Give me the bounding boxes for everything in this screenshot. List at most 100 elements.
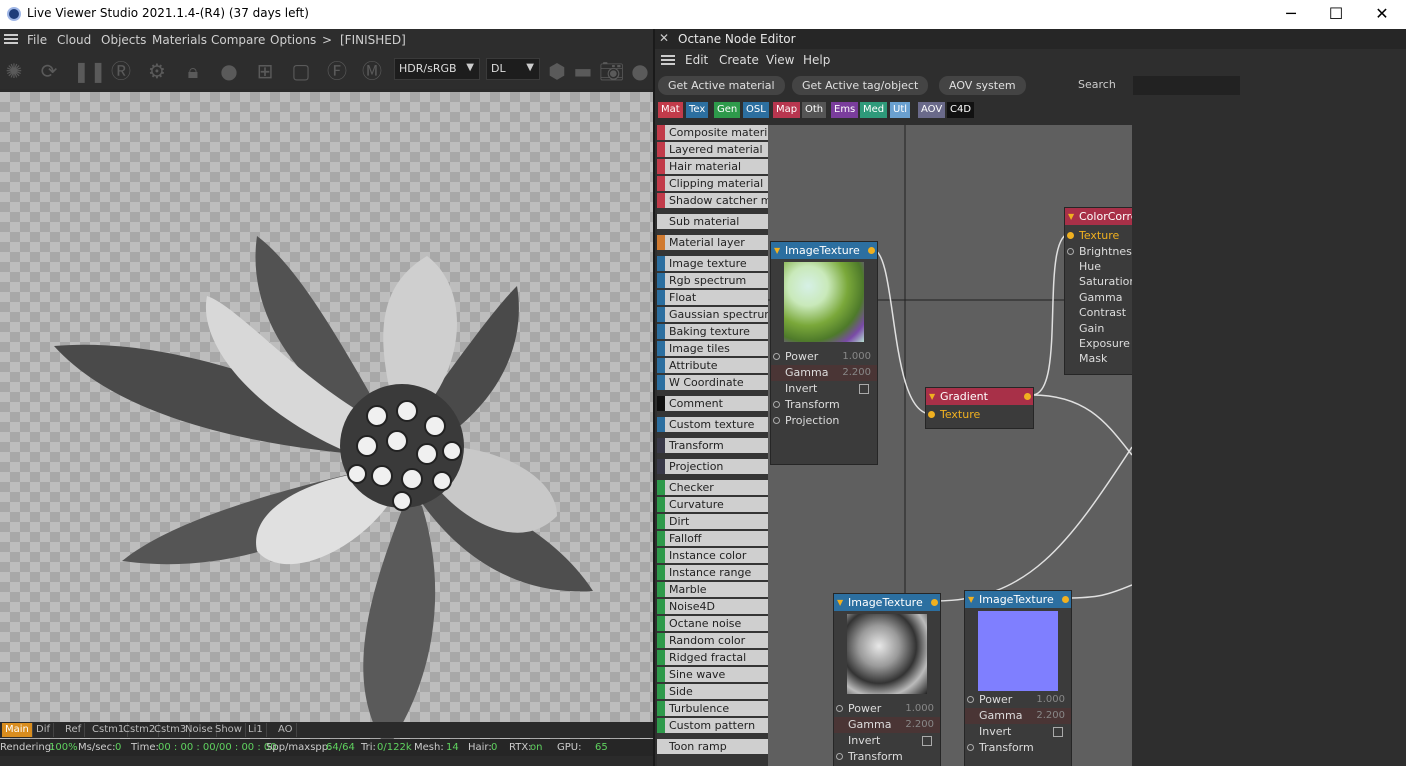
pass-li1[interactable]: Li1: [245, 723, 267, 737]
node-list-item[interactable]: Projection: [657, 459, 768, 474]
minimize-button[interactable]: ─: [1268, 0, 1314, 29]
node-list-item[interactable]: Attribute: [657, 358, 768, 373]
node-list-item[interactable]: Falloff: [657, 531, 768, 546]
node-list-item[interactable]: Transform: [657, 438, 768, 453]
node-editor-hamburger-icon[interactable]: [661, 55, 675, 65]
pin-value[interactable]: 2.200: [905, 717, 934, 733]
node-list-item[interactable]: Dirt: [657, 514, 768, 529]
node-title[interactable]: ImageTexture: [771, 242, 877, 259]
menu-objects[interactable]: Objects: [101, 33, 146, 47]
node-image-texture-1[interactable]: ImageTexture Power 1.000 Gamma 2.200 Inver…: [770, 241, 878, 465]
pass-ao[interactable]: AO: [275, 723, 297, 737]
node-canvas[interactable]: ImageTexture Power 1.000 Gamma 2.200 Inver…: [768, 125, 1132, 766]
node-list-item[interactable]: Material layer: [657, 235, 768, 250]
region-render-icon[interactable]: Ⓡ: [109, 59, 133, 83]
send-scene-icon[interactable]: ✺: [2, 59, 26, 83]
node-gradient[interactable]: Gradient Texture: [925, 387, 1034, 429]
node-list-item[interactable]: Instance color: [657, 548, 768, 563]
output-port[interactable]: [1024, 393, 1031, 400]
node-list-item[interactable]: Clipping material: [657, 176, 768, 191]
pin-value[interactable]: 1.000: [842, 349, 871, 365]
kernel-dropdown[interactable]: DL ▼: [486, 58, 540, 80]
invert-checkbox[interactable]: [859, 384, 869, 394]
material-sphere-icon[interactable]: ●: [217, 59, 241, 83]
pin-power[interactable]: Power 1.000: [834, 701, 940, 717]
pin-gain[interactable]: Gain: [1065, 321, 1104, 337]
node-list-item[interactable]: Hair material: [657, 159, 768, 174]
pin-value[interactable]: 2.200: [1036, 708, 1065, 724]
node-list-item[interactable]: Turbulence: [657, 701, 768, 716]
menu-compare[interactable]: Compare: [211, 33, 265, 47]
pass-main[interactable]: Main: [2, 723, 33, 737]
cat-osl[interactable]: OSL: [743, 102, 769, 118]
node-list-item[interactable]: Gaussian spectrum: [657, 307, 768, 322]
pin-value[interactable]: 1.000: [905, 701, 934, 717]
invert-checkbox[interactable]: [1053, 727, 1063, 737]
film-icon[interactable]: ▬: [571, 59, 595, 83]
node-list-item[interactable]: Layered material: [657, 142, 768, 157]
pin-gamma[interactable]: Gamma: [1065, 290, 1122, 306]
node-image-texture-2[interactable]: ImageTexture Power 1.000 Gamma 2.200 Inver…: [833, 593, 941, 766]
pin-invert[interactable]: Invert: [965, 724, 1071, 740]
node-list-item[interactable]: Composite material: [657, 125, 768, 140]
cat-tex[interactable]: Tex: [686, 102, 709, 118]
node-title[interactable]: ImageTexture: [965, 591, 1071, 608]
pin-value[interactable]: 2.200: [842, 365, 871, 381]
node-list-item[interactable]: Checker: [657, 480, 768, 495]
pass-ref[interactable]: Ref: [62, 723, 86, 737]
node-list-item[interactable]: Octane noise: [657, 616, 768, 631]
cat-c4d[interactable]: C4D: [947, 102, 975, 118]
pause-icon[interactable]: ❚❚: [73, 59, 107, 83]
focus-picker-icon[interactable]: Ⓕ: [325, 59, 349, 83]
node-list-item[interactable]: Marble: [657, 582, 768, 597]
pin-saturation[interactable]: Saturation: [1065, 274, 1132, 290]
pin-gamma[interactable]: Gamma 2.200: [771, 365, 877, 381]
pin-power[interactable]: Power 1.000: [771, 349, 877, 365]
pin-invert[interactable]: Invert: [834, 733, 940, 749]
ne-menu-create[interactable]: Create: [719, 53, 759, 67]
pin-gamma[interactable]: Gamma 2.200: [834, 717, 940, 733]
pin-transform[interactable]: Transform: [965, 740, 1071, 756]
node-list-item[interactable]: Sub material: [657, 214, 768, 229]
pin-projection[interactable]: Projection: [771, 413, 877, 429]
pass-show[interactable]: Show: [212, 723, 246, 737]
lock-icon[interactable]: 🔒︎: [181, 59, 205, 83]
cat-mat[interactable]: Mat: [658, 102, 683, 118]
node-list-item[interactable]: Toon ramp: [657, 739, 768, 754]
settings-gear-icon[interactable]: ⚙: [145, 59, 169, 83]
pin-mask[interactable]: Mask: [1065, 351, 1107, 367]
pin-transform[interactable]: Transform: [834, 749, 940, 765]
node-color-correction[interactable]: ColorCorrection Texture Brightness Hue S…: [1064, 207, 1132, 375]
cat-gen[interactable]: Gen: [714, 102, 741, 118]
output-port[interactable]: [1062, 596, 1069, 603]
node-list-item[interactable]: Side: [657, 684, 768, 699]
node-list-item[interactable]: Rgb spectrum: [657, 273, 768, 288]
pin-brightness[interactable]: Brightness: [1065, 244, 1132, 260]
node-list-item[interactable]: Image texture: [657, 256, 768, 271]
pin-texture[interactable]: Texture: [926, 407, 1033, 423]
sphere-icon[interactable]: ●: [628, 59, 652, 83]
material-picker-icon[interactable]: Ⓜ: [360, 59, 384, 83]
node-image-texture-3[interactable]: ImageTexture Power 1.000 Gamma 2.200 Inver…: [964, 590, 1072, 766]
pin-transform[interactable]: Transform: [771, 397, 877, 413]
get-active-tag-button[interactable]: Get Active tag/object: [792, 76, 929, 95]
camera-icon[interactable]: 📷︎: [599, 59, 624, 83]
pin-value[interactable]: 1.000: [1036, 692, 1065, 708]
cat-med[interactable]: Med: [860, 102, 888, 118]
node-list-item[interactable]: Baking texture: [657, 324, 768, 339]
cat-oth[interactable]: Oth: [802, 102, 827, 118]
node-list-item[interactable]: Float: [657, 290, 768, 305]
pass-dif[interactable]: Dif: [33, 723, 54, 737]
cat-map[interactable]: Map: [773, 102, 801, 118]
close-button[interactable]: ✕: [1359, 0, 1405, 29]
add-region-icon[interactable]: ⊞: [253, 59, 277, 83]
cat-aov[interactable]: AOV: [918, 102, 946, 118]
ne-menu-edit[interactable]: Edit: [685, 53, 708, 67]
hexagon-icon[interactable]: ⬢: [545, 59, 569, 83]
node-list-item[interactable]: W Coordinate: [657, 375, 768, 390]
maximize-button[interactable]: ☐: [1313, 0, 1359, 29]
pin-power[interactable]: Power 1.000: [965, 692, 1071, 708]
node-list-item[interactable]: Ridged fractal: [657, 650, 768, 665]
menu-cloud[interactable]: Cloud: [57, 33, 91, 47]
menu-file[interactable]: File: [27, 33, 47, 47]
